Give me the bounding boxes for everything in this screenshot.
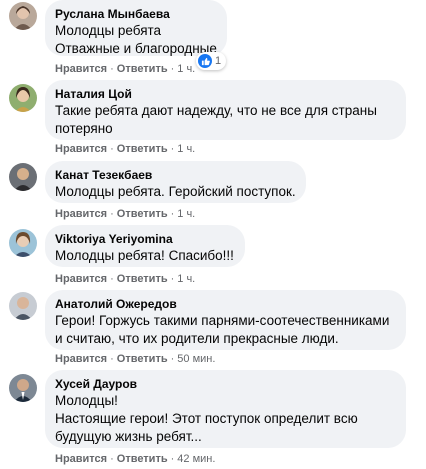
comment-actions: Нравится · Ответить · 1 ч. xyxy=(55,208,196,220)
comment-author[interactable]: Viktoriya Yeriyomina xyxy=(55,231,233,247)
like-button[interactable]: Нравится xyxy=(55,273,107,285)
comment-author[interactable]: Наталия Цой xyxy=(55,86,394,102)
reaction-count-text: 1 xyxy=(215,55,222,67)
reply-button[interactable]: Ответить xyxy=(117,143,168,155)
comment-actions: Нравится · Ответить · 1 ч. xyxy=(55,63,196,75)
comment-line: и считаю, что их родители прекрасные люд… xyxy=(55,331,339,346)
comment-line: Настоящие герои! Этот поступок определит… xyxy=(55,411,358,426)
comment-line: Молодцы! xyxy=(55,393,118,408)
comment-timestamp[interactable]: 1 ч. xyxy=(177,63,195,75)
comment-actions: Нравится · Ответить · 42 мин. xyxy=(55,453,216,465)
comment-line: Отважные и благородные xyxy=(55,41,217,56)
comment-line: потеряно xyxy=(55,121,113,136)
comment-bubble: Viktoriya Yeriyomina Молодцы ребята! Спа… xyxy=(45,225,245,267)
like-button[interactable]: Нравится xyxy=(55,353,107,365)
comment-text: Молодцы ребята! Спасибо!!! xyxy=(55,247,234,265)
comment-text: Такие ребята дают надежду, что не все дл… xyxy=(55,102,394,138)
comment-bubble: Анатолий Ожередов Герои! Горжусь такими … xyxy=(45,290,406,350)
comment-author[interactable]: Хусей Дауров xyxy=(55,376,394,392)
like-button[interactable]: Нравится xyxy=(55,143,107,155)
comment-author[interactable]: Руслана Мынбаева xyxy=(55,6,215,22)
comment-actions: Нравится · Ответить · 50 мин. xyxy=(55,353,216,365)
comment-line: Молодцы ребята xyxy=(55,23,162,38)
reply-button[interactable]: Ответить xyxy=(117,453,168,465)
comment-author[interactable]: Анатолий Ожередов xyxy=(55,296,394,312)
reply-button[interactable]: Ответить xyxy=(117,353,168,365)
avatar[interactable] xyxy=(9,229,37,257)
comment-author[interactable]: Канат Тезекбаев xyxy=(55,167,294,183)
comment-text: Молодцы ребята. Геройский поступок. xyxy=(55,183,296,201)
avatar[interactable] xyxy=(9,84,37,112)
avatar[interactable] xyxy=(9,2,37,30)
reply-button[interactable]: Ответить xyxy=(117,208,168,220)
comment-line: Молодцы ребята! Спасибо!!! xyxy=(55,248,234,263)
comment-actions: Нравится · Ответить · 1 ч. xyxy=(55,273,196,285)
comment-timestamp[interactable]: 42 мин. xyxy=(177,453,215,465)
comment-bubble: Хусей Дауров Молодцы! Настоящие герои! Э… xyxy=(45,370,406,448)
comment-line: будущую жизнь ребят... xyxy=(55,429,202,444)
avatar[interactable] xyxy=(9,374,37,402)
comment-line: Такие ребята дают надежду, что не все дл… xyxy=(55,103,377,118)
comment-line: Герои! Горжусь такими парнями-соотечеств… xyxy=(55,313,390,328)
avatar[interactable] xyxy=(9,292,37,320)
reply-button[interactable]: Ответить xyxy=(117,273,168,285)
comment-text: Герои! Горжусь такими парнями-соотечеств… xyxy=(55,312,394,348)
comment-text: Молодцы! Настоящие герои! Этот поступок … xyxy=(55,392,394,446)
reply-button[interactable]: Ответить xyxy=(117,63,168,75)
comment-timestamp[interactable]: 50 мин. xyxy=(177,353,215,365)
comment-bubble: Наталия Цой Такие ребята дают надежду, ч… xyxy=(45,80,406,140)
comment-timestamp[interactable]: 1 ч. xyxy=(177,273,195,285)
comment-timestamp[interactable]: 1 ч. xyxy=(177,143,195,155)
comment-bubble: Руслана Мынбаева Молодцы ребята Отважные… xyxy=(45,0,227,56)
reaction-count[interactable]: 1 xyxy=(196,52,227,70)
comment-bubble: Канат Тезекбаев Молодцы ребята. Геройски… xyxy=(45,161,306,203)
comment-actions: Нравится · Ответить · 1 ч. xyxy=(55,143,196,155)
comment-timestamp[interactable]: 1 ч. xyxy=(177,208,195,220)
comment-line: Молодцы ребята. Геройский поступок. xyxy=(55,184,296,199)
like-button[interactable]: Нравится xyxy=(55,63,107,75)
like-button[interactable]: Нравится xyxy=(55,453,107,465)
avatar[interactable] xyxy=(9,163,37,191)
like-button[interactable]: Нравится xyxy=(55,208,107,220)
like-icon xyxy=(198,54,212,68)
comment-text: Молодцы ребята Отважные и благородные xyxy=(55,22,217,58)
